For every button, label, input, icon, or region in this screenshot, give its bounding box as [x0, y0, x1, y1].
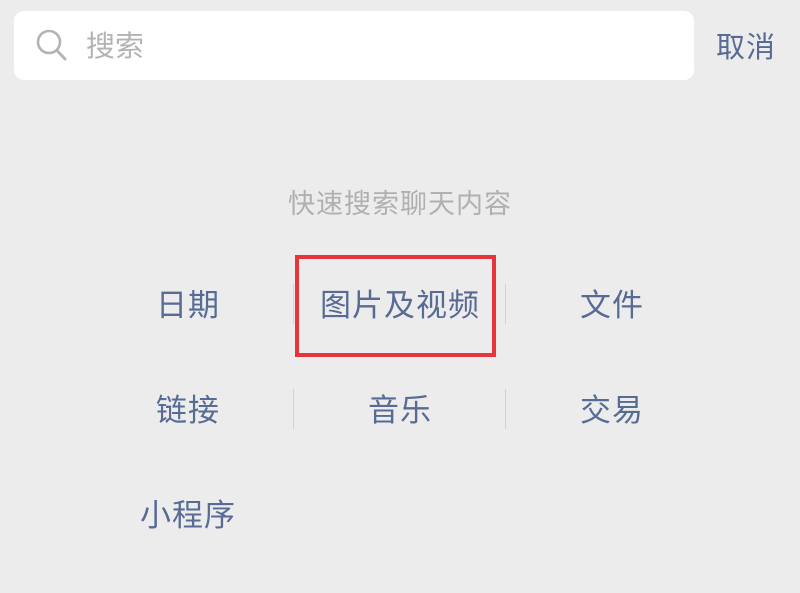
- category-row: 日期 图片及视频 文件: [82, 250, 718, 355]
- search-page: 取消 快速搜索聊天内容 日期 图片及视频 文件 链接 音乐 交易 小程序: [0, 0, 800, 593]
- category-grid: 日期 图片及视频 文件 链接 音乐 交易 小程序: [82, 250, 718, 565]
- search-input[interactable]: [84, 27, 648, 64]
- category-transactions[interactable]: 交易: [506, 355, 718, 460]
- category-photos-videos[interactable]: 图片及视频: [294, 250, 506, 355]
- cancel-button[interactable]: 取消: [716, 24, 776, 66]
- search-bar[interactable]: [14, 11, 694, 80]
- category-row: 链接 音乐 交易: [82, 355, 718, 460]
- category-music[interactable]: 音乐: [294, 355, 506, 460]
- search-icon: [36, 29, 68, 63]
- category-files[interactable]: 文件: [506, 250, 718, 355]
- category-row: 小程序: [82, 460, 718, 565]
- search-hint: 快速搜索聊天内容: [288, 189, 512, 220]
- category-mini-programs[interactable]: 小程序: [82, 460, 294, 565]
- category-date[interactable]: 日期: [82, 250, 294, 355]
- category-links[interactable]: 链接: [82, 355, 294, 460]
